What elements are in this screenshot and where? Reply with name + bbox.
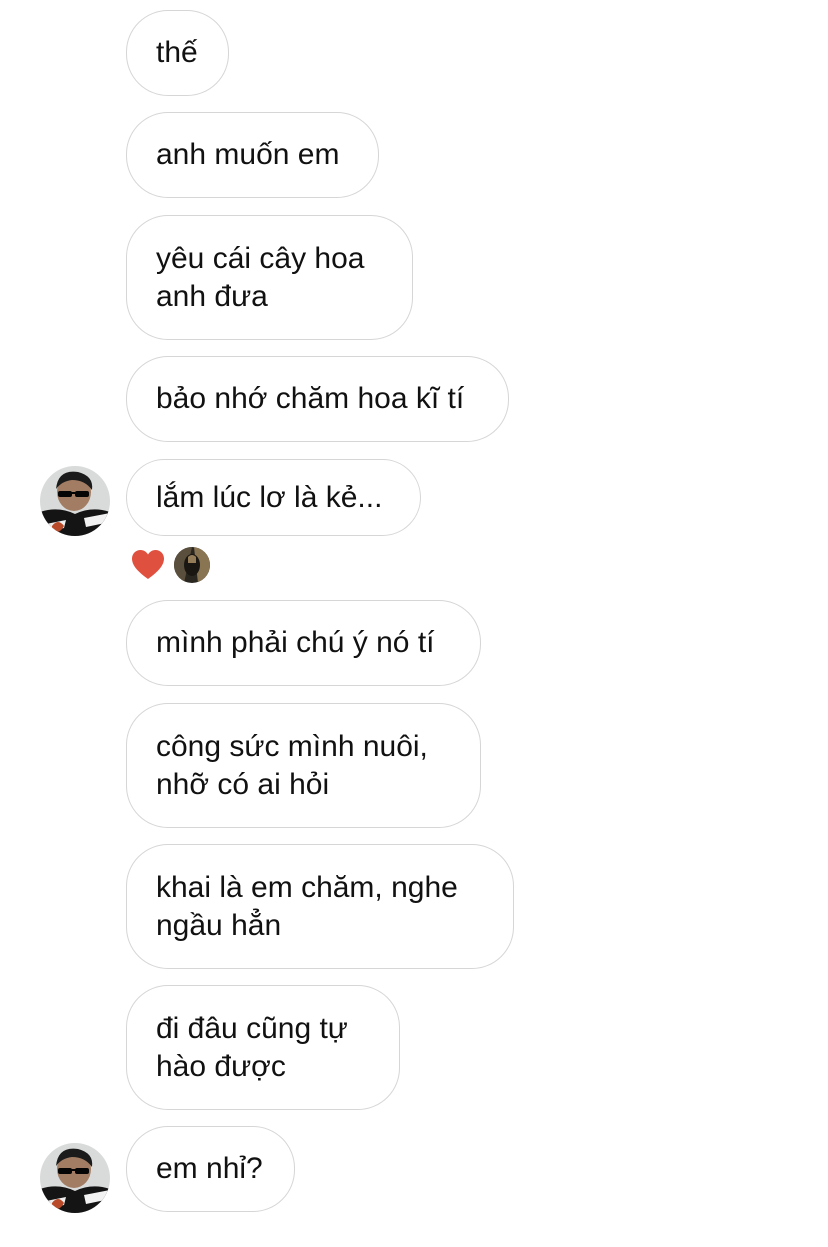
avatar-image xyxy=(40,466,110,536)
message-bubble[interactable]: em nhỉ? xyxy=(126,1126,295,1212)
heart-icon[interactable] xyxy=(131,549,165,581)
message-bubble[interactable]: yêu cái cây hoa anh đưa xyxy=(126,215,413,340)
message-bubble[interactable]: anh muốn em xyxy=(126,112,379,198)
message-bubble[interactable]: mình phải chú ý nó tí xyxy=(126,600,481,686)
reactor-avatar[interactable] xyxy=(174,547,210,583)
message-bubble[interactable]: công sức mình nuôi, nhỡ có ai hỏi xyxy=(126,703,481,828)
sender-avatar[interactable] xyxy=(40,1143,110,1213)
heart-reaction-icon xyxy=(132,550,164,579)
message-bubble[interactable]: khai là em chăm, nghe ngầu hẳn xyxy=(126,844,514,969)
reactor-avatar-image xyxy=(174,547,210,583)
message-bubble[interactable]: thế xyxy=(126,10,229,96)
message-bubble[interactable]: đi đâu cũng tự hào được xyxy=(126,985,400,1110)
message-bubble[interactable]: bảo nhớ chăm hoa kĩ tí xyxy=(126,356,509,442)
avatar-image xyxy=(40,1143,110,1213)
sender-avatar[interactable] xyxy=(40,466,110,536)
message-bubble[interactable]: lắm lúc lơ là kẻ... xyxy=(126,459,421,536)
